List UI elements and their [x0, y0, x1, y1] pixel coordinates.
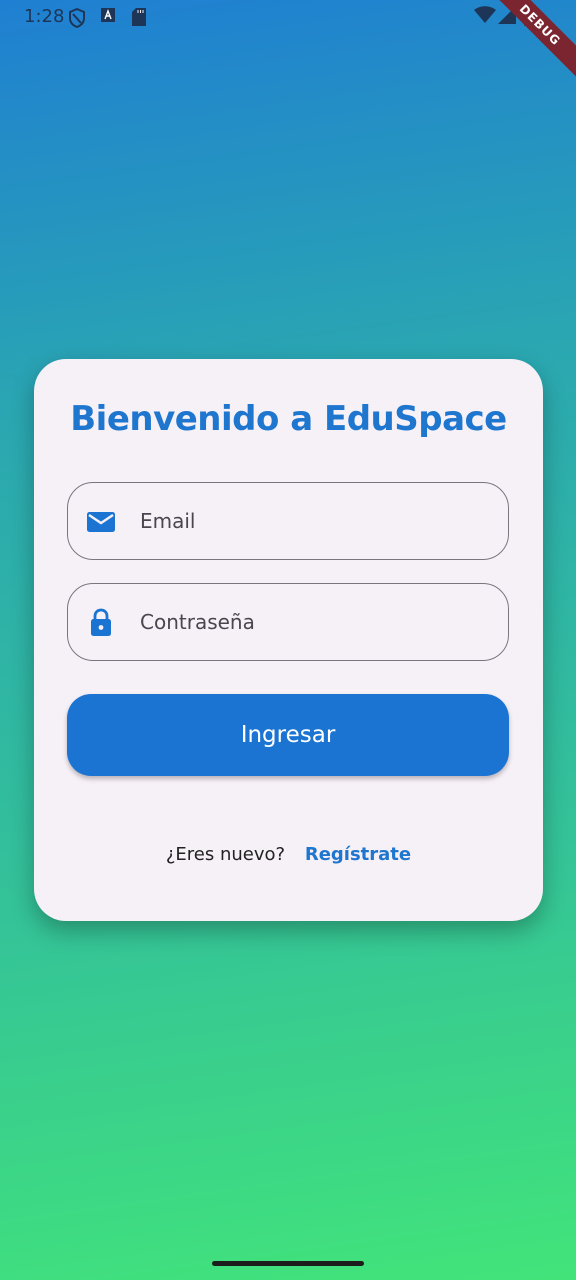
email-field[interactable]	[67, 482, 509, 560]
signup-link[interactable]: Regístrate	[305, 844, 411, 865]
sd-card-icon	[132, 8, 146, 26]
shield-icon	[69, 8, 85, 28]
login-button[interactable]: Ingresar	[67, 694, 509, 776]
wifi-icon	[474, 6, 496, 23]
email-icon	[87, 512, 115, 532]
login-card: Bienvenido a EduSpace Ingresar ¿Eres nue…	[34, 359, 543, 921]
email-input[interactable]	[140, 483, 490, 559]
signup-row: ¿Eres nuevo? Regístrate	[34, 844, 543, 865]
page-title: Bienvenido a EduSpace	[70, 399, 507, 439]
password-input[interactable]	[140, 584, 490, 660]
password-field[interactable]	[67, 583, 509, 661]
status-bar: 1:28	[0, 0, 576, 36]
font-a-icon	[101, 8, 115, 22]
status-time: 1:28	[24, 6, 65, 27]
home-indicator[interactable]	[212, 1261, 364, 1266]
signup-prompt: ¿Eres nuevo?	[165, 844, 286, 865]
lock-icon	[91, 608, 111, 636]
